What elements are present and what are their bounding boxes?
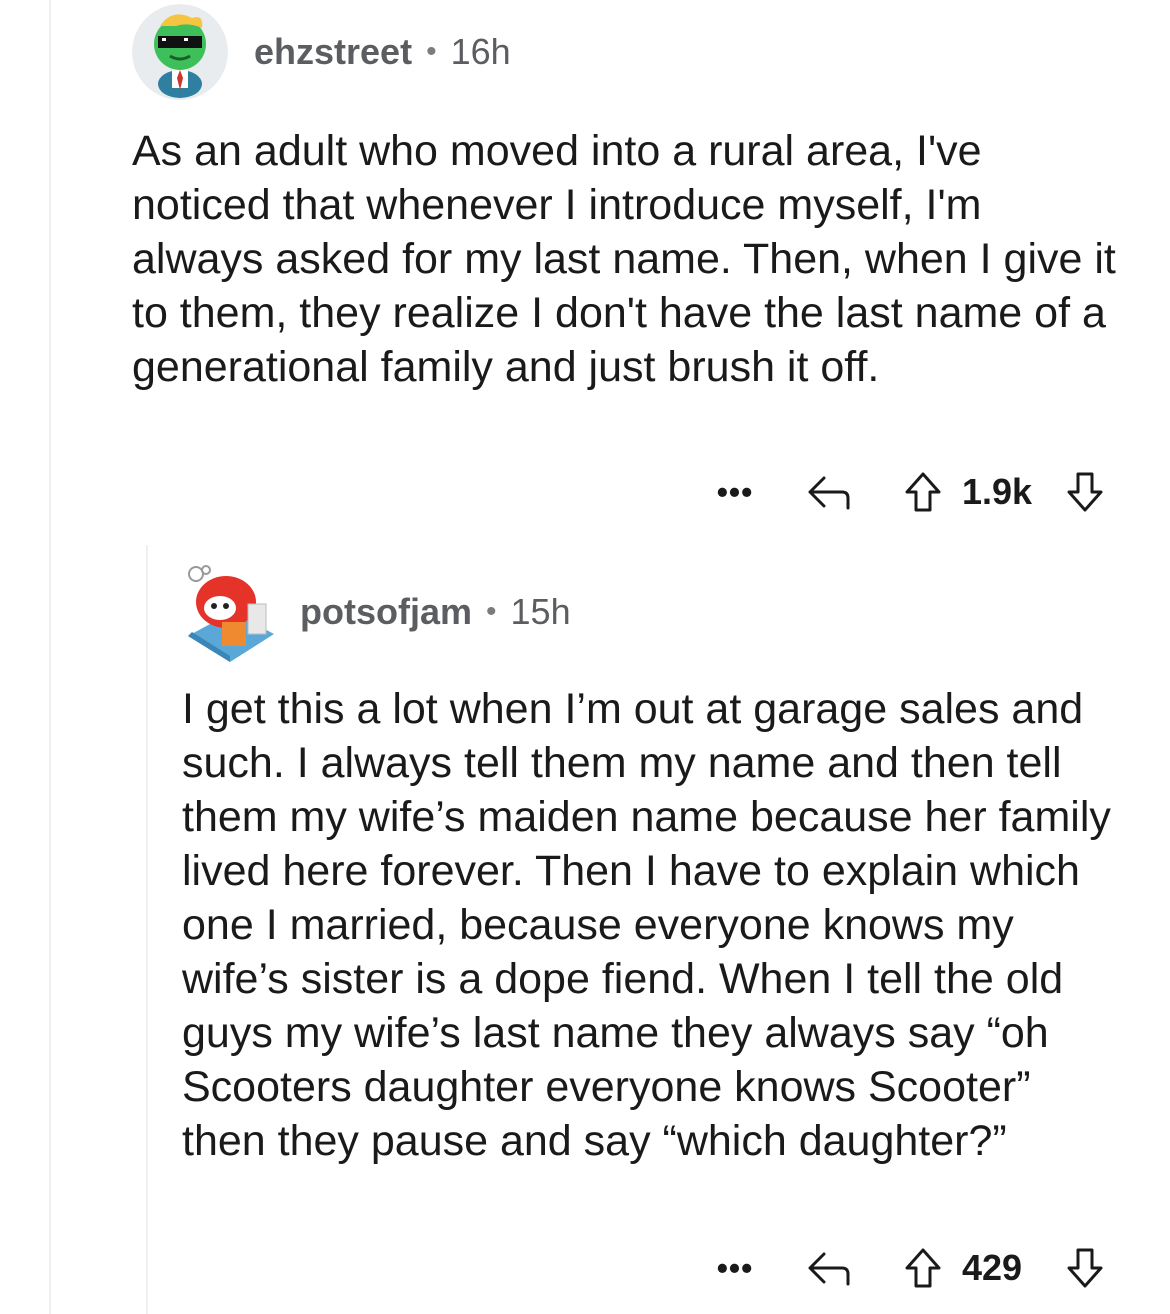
comment-ehzstreet: ehzstreet • 16h As an adult who moved in…: [132, 4, 1122, 394]
comment-body: As an adult who moved into a rural area,…: [132, 127, 1116, 391]
username[interactable]: potsofjam: [300, 591, 472, 633]
downvote-button[interactable]: [1062, 470, 1108, 514]
reply-button[interactable]: [804, 1248, 854, 1288]
separator-dot: •: [486, 595, 497, 628]
comment-body: I get this a lot when I’m out at garage …: [182, 685, 1111, 1165]
vote-score: 1.9k: [962, 471, 1033, 512]
separator-dot: •: [426, 35, 437, 68]
avatar[interactable]: [182, 564, 278, 662]
username[interactable]: ehzstreet: [254, 31, 412, 73]
comment-header: ehzstreet • 16h: [132, 4, 1122, 100]
comment-potsofjam: potsofjam • 15h I get this a lot when I’…: [182, 564, 1132, 1168]
upvote-arrow-icon: [905, 1248, 941, 1288]
comment-actions: ••• 1.9k: [712, 462, 1108, 522]
reply-arrow-icon: [808, 1252, 850, 1286]
thread-line-inner[interactable]: [146, 545, 148, 1314]
downvote-arrow-icon: [1067, 1248, 1103, 1288]
thread-line-outer[interactable]: [49, 0, 51, 1314]
upvote-button[interactable]: [900, 1246, 946, 1290]
more-options-button[interactable]: •••: [712, 1250, 758, 1287]
timestamp: 16h: [450, 31, 511, 72]
more-options-button[interactable]: •••: [712, 474, 758, 511]
upvote-arrow-icon: [905, 472, 941, 512]
reply-button[interactable]: [804, 472, 854, 512]
downvote-arrow-icon: [1067, 472, 1103, 512]
vote-score: 429: [962, 1247, 1023, 1288]
reply-arrow-icon: [808, 476, 850, 510]
downvote-button[interactable]: [1062, 1246, 1108, 1290]
comment-actions: ••• 429: [712, 1238, 1108, 1298]
avatar[interactable]: [132, 4, 228, 100]
timestamp: 15h: [510, 591, 571, 632]
comment-header: potsofjam • 15h: [182, 564, 1132, 662]
upvote-button[interactable]: [900, 470, 946, 514]
